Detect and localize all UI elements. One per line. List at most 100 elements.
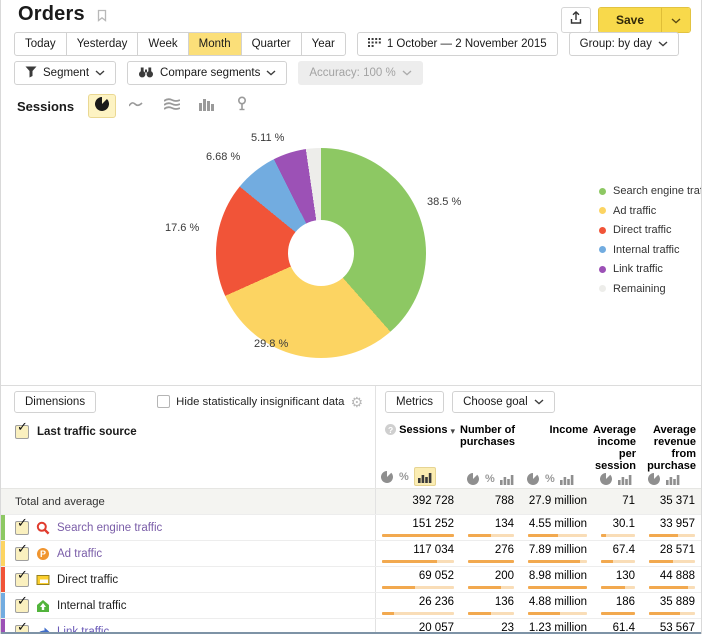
column-label[interactable]: Sessions bbox=[399, 424, 447, 436]
value-bar bbox=[528, 586, 587, 589]
pie-chart[interactable] bbox=[216, 148, 426, 358]
column-header-purchases: Number of purchases % bbox=[462, 417, 522, 492]
cell-value: 67.4 bbox=[601, 544, 635, 557]
table-row: ✓ Direct traffic 69 052 200 8.98 million… bbox=[1, 566, 701, 592]
cell-value: 35 889 bbox=[649, 596, 695, 609]
chart-type-map-button[interactable] bbox=[228, 94, 256, 118]
chart-type-columns-button[interactable] bbox=[193, 94, 221, 118]
pie-label-search: 38.5 % bbox=[427, 196, 461, 208]
row-checkbox[interactable]: ✓ bbox=[15, 521, 29, 535]
row-checkbox[interactable]: ✓ bbox=[15, 547, 29, 561]
percent-view-icon[interactable]: % bbox=[545, 473, 555, 485]
segment-label: Segment bbox=[43, 67, 89, 79]
cell-value: 4.88 million bbox=[528, 596, 587, 609]
legend-item[interactable]: Remaining bbox=[599, 283, 702, 295]
legend-dot bbox=[599, 188, 606, 195]
pie-view-icon[interactable] bbox=[380, 470, 394, 484]
tab-month[interactable]: Month bbox=[188, 32, 242, 56]
value-bar bbox=[528, 612, 587, 615]
column-label[interactable]: Average income per session bbox=[593, 424, 636, 472]
pie-view-icon[interactable] bbox=[599, 472, 613, 486]
save-menu-button[interactable] bbox=[661, 8, 690, 32]
row-label-link[interactable]: Ad traffic bbox=[57, 548, 102, 560]
binoculars-icon bbox=[138, 66, 154, 81]
ad-coin-icon: P bbox=[36, 547, 50, 561]
metrics-button[interactable]: Metrics bbox=[385, 391, 444, 413]
percent-view-icon[interactable]: % bbox=[399, 471, 409, 483]
pie-view-icon[interactable] bbox=[526, 472, 540, 486]
gear-icon[interactable]: ⚙ bbox=[350, 395, 363, 409]
home-icon bbox=[36, 599, 50, 613]
pie-view-icon[interactable] bbox=[466, 472, 480, 486]
column-label[interactable]: Number of purchases bbox=[460, 424, 515, 448]
cell-value: 33 957 bbox=[649, 518, 695, 531]
cell-value: 4.55 million bbox=[528, 518, 587, 531]
row-label-link[interactable]: Search engine traffic bbox=[57, 522, 162, 534]
row-color-strip bbox=[1, 541, 5, 566]
legend-item[interactable]: Search engine traffic bbox=[599, 185, 702, 197]
cell-value: 136 bbox=[468, 596, 514, 609]
bookmark-icon[interactable] bbox=[97, 9, 107, 27]
cell-value: 7.89 million bbox=[528, 544, 587, 557]
column-label[interactable]: Income bbox=[549, 424, 588, 436]
bars-view-icon[interactable] bbox=[618, 473, 632, 485]
dimensions-button[interactable]: Dimensions bbox=[14, 391, 96, 413]
cell-value: 28 571 bbox=[649, 544, 695, 557]
select-all-checkbox[interactable]: ✓ bbox=[15, 425, 29, 439]
bars-view-icon-selected[interactable] bbox=[414, 467, 436, 486]
chevron-down-icon bbox=[266, 67, 276, 79]
cell-value: 8.98 million bbox=[528, 570, 587, 583]
row-label-link[interactable]: Internal traffic bbox=[57, 600, 126, 612]
cell-value: 392 728 bbox=[382, 492, 454, 508]
value-bar bbox=[601, 586, 635, 589]
export-button[interactable] bbox=[561, 7, 591, 33]
group-by-select[interactable]: Group: by day bbox=[569, 32, 679, 56]
chart-type-stacked-button[interactable] bbox=[158, 94, 186, 118]
compare-segments-label: Compare segments bbox=[160, 67, 260, 79]
row-color-strip bbox=[1, 593, 5, 618]
bars-view-icon[interactable] bbox=[560, 473, 574, 485]
chart-type-line-button[interactable] bbox=[123, 94, 151, 118]
legend-item[interactable]: Ad traffic bbox=[599, 205, 702, 217]
help-icon[interactable]: ? bbox=[385, 424, 396, 435]
cell-value: 27.9 million bbox=[528, 492, 587, 508]
segment-button[interactable]: Segment bbox=[14, 61, 116, 85]
row-checkbox[interactable]: ✓ bbox=[15, 573, 29, 587]
hide-insignificant-checkbox[interactable] bbox=[157, 395, 170, 408]
chart-legend: Search engine traffic Ad traffic Direct … bbox=[599, 185, 702, 302]
row-color-strip bbox=[1, 567, 5, 592]
row-checkbox[interactable]: ✓ bbox=[15, 599, 29, 613]
tab-yesterday[interactable]: Yesterday bbox=[66, 32, 139, 56]
chart-type-pie-button[interactable] bbox=[88, 94, 116, 118]
svg-text:P: P bbox=[40, 549, 46, 559]
compare-segments-button[interactable]: Compare segments bbox=[127, 61, 287, 85]
table-toolbar: Dimensions Hide statistically insignific… bbox=[1, 386, 701, 417]
percent-view-icon[interactable]: % bbox=[485, 473, 495, 485]
value-bar bbox=[601, 612, 635, 615]
column-header-avg-income: Average income per session bbox=[595, 417, 643, 492]
tab-today[interactable]: Today bbox=[14, 32, 67, 56]
tab-year[interactable]: Year bbox=[301, 32, 346, 56]
date-range-button[interactable]: 1 October — 2 November 2015 bbox=[357, 32, 558, 56]
legend-label: Ad traffic bbox=[613, 205, 656, 217]
legend-item[interactable]: Link traffic bbox=[599, 263, 702, 275]
cell-value: 130 bbox=[601, 570, 635, 583]
choose-goal-select[interactable]: Choose goal bbox=[452, 391, 555, 413]
legend-item[interactable]: Direct traffic bbox=[599, 224, 702, 236]
save-button[interactable]: Save bbox=[599, 8, 661, 32]
accuracy-select[interactable]: Accuracy: 100 % bbox=[298, 61, 422, 85]
dimension-header[interactable]: Last traffic source bbox=[37, 425, 137, 438]
tab-quarter[interactable]: Quarter bbox=[241, 32, 302, 56]
pie-view-icon[interactable] bbox=[647, 472, 661, 486]
date-range-label: 1 October — 2 November 2015 bbox=[387, 38, 547, 50]
line-chart-icon bbox=[129, 97, 145, 115]
row-label-link[interactable]: Direct traffic bbox=[57, 574, 118, 586]
export-icon bbox=[569, 10, 583, 30]
column-label[interactable]: Average revenue from purchase bbox=[647, 424, 696, 472]
total-label: Total and average bbox=[15, 496, 105, 508]
bars-view-icon[interactable] bbox=[500, 473, 514, 485]
bars-view-icon[interactable] bbox=[666, 473, 680, 485]
legend-item[interactable]: Internal traffic bbox=[599, 244, 702, 256]
cell-value: 276 bbox=[468, 544, 514, 557]
tab-week[interactable]: Week bbox=[137, 32, 188, 56]
